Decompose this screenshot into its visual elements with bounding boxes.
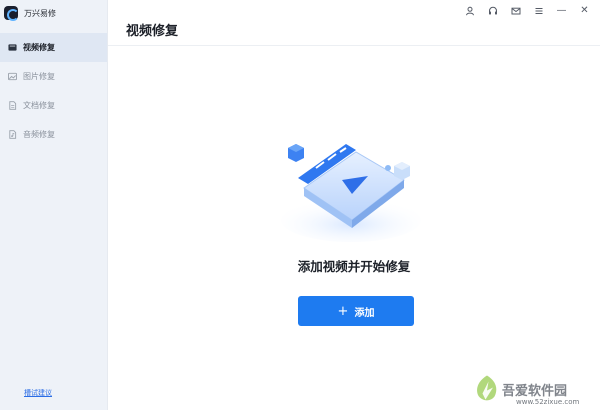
sidebar-item-document-repair[interactable]: 文档修复 bbox=[0, 91, 107, 120]
watermark-brand: 吾爱软件园 bbox=[502, 384, 568, 399]
plus-icon: + bbox=[337, 303, 349, 319]
sidebar-item-label: 音频修复 bbox=[23, 130, 55, 139]
add-button-label: 添加 bbox=[354, 307, 375, 319]
minimize-icon[interactable]: — bbox=[550, 4, 573, 18]
audio-icon bbox=[8, 130, 17, 139]
app-window: 万兴易修 视频修复 图片修复 文档修复 音频修复 槽试建议 视频修复 添加视频并… bbox=[0, 0, 600, 410]
menu-icon[interactable] bbox=[527, 4, 550, 18]
close-icon[interactable]: ✕ bbox=[573, 4, 596, 18]
app-logo-icon bbox=[4, 6, 19, 21]
app-brand: 万兴易修 bbox=[4, 4, 56, 22]
video-icon bbox=[8, 43, 17, 52]
document-icon bbox=[8, 101, 17, 110]
page-title: 视频修复 bbox=[126, 24, 179, 39]
app-name: 万兴易修 bbox=[24, 8, 56, 18]
sidebar-item-video-repair[interactable]: 视频修复 bbox=[0, 33, 107, 62]
watermark: 吾爱软件园 www.52zixue.com bbox=[468, 348, 596, 408]
sidebar-item-label: 图片修复 bbox=[23, 72, 55, 81]
sidebar-item-label: 文档修复 bbox=[23, 101, 55, 110]
mail-icon[interactable] bbox=[504, 4, 527, 18]
image-icon bbox=[8, 72, 17, 81]
watermark-logo-icon bbox=[477, 375, 497, 401]
empty-state-message: 添加视频并开始修复 bbox=[297, 259, 411, 274]
sidebar-item-image-repair[interactable]: 图片修复 bbox=[0, 62, 107, 91]
sidebar: 万兴易修 视频修复 图片修复 文档修复 音频修复 槽试建议 bbox=[0, 0, 108, 410]
titlebar-controls: — ✕ bbox=[458, 4, 596, 18]
add-video-button[interactable]: + 添加 bbox=[298, 296, 414, 326]
headset-icon[interactable] bbox=[481, 4, 504, 18]
sidebar-nav: 视频修复 图片修复 文档修复 音频修复 bbox=[0, 33, 107, 149]
user-icon[interactable] bbox=[458, 4, 481, 18]
video-upload-illustration-icon bbox=[276, 130, 426, 245]
watermark-url: www.52zixue.com bbox=[516, 398, 580, 406]
feedback-link[interactable]: 槽试建议 bbox=[24, 388, 52, 398]
sidebar-item-audio-repair[interactable]: 音频修复 bbox=[0, 120, 107, 149]
sidebar-item-label: 视频修复 bbox=[23, 43, 55, 52]
header-divider bbox=[108, 45, 600, 46]
